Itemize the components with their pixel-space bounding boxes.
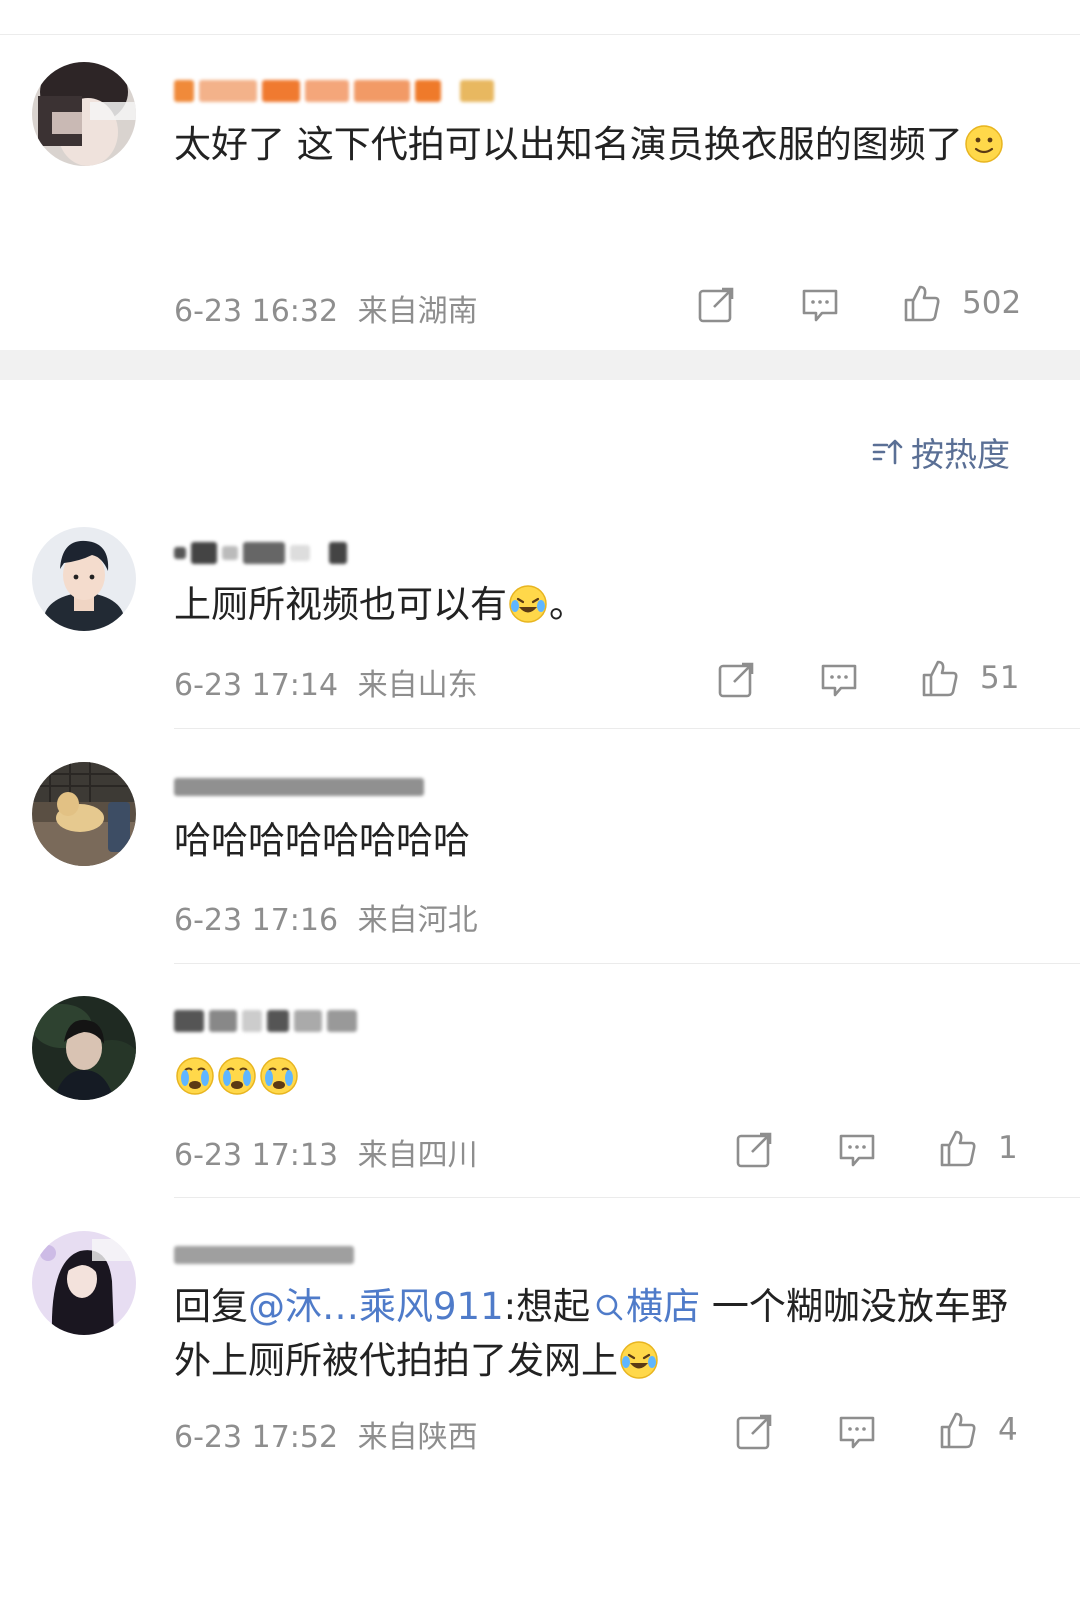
share-button[interactable]	[734, 1130, 774, 1170]
share-icon	[718, 662, 754, 698]
comment-icon	[839, 1134, 875, 1167]
username-blurred[interactable]	[174, 538, 347, 568]
avatar-image	[32, 527, 136, 631]
sort-icon	[872, 439, 903, 465]
comment-meta: 6-23 17:13 来自四川	[174, 1130, 478, 1174]
share-button[interactable]	[734, 1412, 774, 1452]
avatar[interactable]	[32, 62, 136, 166]
comment-text: 哈哈哈哈哈哈哈哈	[174, 814, 1032, 868]
comment-text-main: :想起	[503, 1285, 591, 1328]
comment-location: 来自湖南	[357, 294, 478, 329]
comment-meta: 6-23 17:16 来自河北	[174, 895, 478, 939]
comment-time: 6-23 17:14	[174, 668, 339, 703]
avatar[interactable]	[32, 1231, 136, 1335]
smile-emoji-icon	[964, 124, 1004, 164]
share-button[interactable]	[696, 285, 736, 325]
avatar-image	[32, 996, 136, 1100]
comment-divider	[174, 728, 1080, 729]
comment-meta: 6-23 17:52 来自陕西	[174, 1412, 478, 1456]
comment-time: 6-23 17:13	[174, 1138, 339, 1173]
like-button[interactable]: 502	[902, 283, 1021, 323]
share-icon	[736, 1414, 772, 1450]
comment-divider	[174, 1197, 1080, 1198]
avatar-image	[32, 762, 136, 866]
thumbs-up-icon	[904, 285, 940, 322]
reply-prefix: 回复	[174, 1285, 248, 1328]
crying-emoji-icon	[259, 1056, 299, 1096]
comment-meta: 6-23 17:14 来自山东	[174, 660, 478, 704]
comment-text	[174, 1050, 1032, 1104]
comment-meta: 6-23 16:32 来自湖南	[174, 286, 478, 330]
comment-time: 6-23 16:32	[174, 294, 339, 329]
comment-icon	[839, 1416, 875, 1449]
avatar-image	[32, 62, 136, 166]
comment-text-main: 太好了 这下代拍可以出知名演员换衣服的图频了	[174, 123, 963, 166]
comment-time: 6-23 17:16	[174, 903, 339, 938]
comment-icon	[821, 664, 857, 697]
crying-emoji-icon	[175, 1056, 215, 1096]
topic-link[interactable]: 横店	[590, 1285, 700, 1328]
comment-time: 6-23 17:52	[174, 1420, 339, 1455]
thumbs-up-icon	[940, 1412, 976, 1449]
username-blurred[interactable]	[174, 76, 494, 106]
section-separator	[0, 350, 1080, 380]
like-button[interactable]: 4	[938, 1410, 1018, 1450]
comment-divider	[174, 963, 1080, 964]
like-button[interactable]: 1	[938, 1128, 1018, 1168]
reply-button[interactable]	[837, 1130, 877, 1170]
comment-text: 回复@沐…乘风911:想起 横店 一个糊咖没放车野外上厕所被代拍拍了发网上	[174, 1280, 1032, 1388]
username-blurred[interactable]	[174, 1240, 354, 1270]
comment-text-main: 上厕所视频也可以有	[174, 583, 507, 626]
thumbs-up-icon	[940, 1130, 976, 1167]
avatar[interactable]	[32, 996, 136, 1100]
comment-text-main: 哈哈哈哈哈哈哈哈	[174, 819, 470, 862]
comment-location: 来自河北	[357, 903, 478, 938]
avatar[interactable]	[32, 762, 136, 866]
like-count: 502	[962, 285, 1022, 321]
comment-text: 太好了 这下代拍可以出知名演员换衣服的图频了	[174, 118, 1032, 172]
username-blurred[interactable]	[174, 772, 424, 802]
user-mention-link[interactable]: @沐…乘风911	[248, 1285, 504, 1328]
reply-button[interactable]	[837, 1412, 877, 1452]
laugh-cry-emoji-icon	[619, 1340, 659, 1380]
share-icon	[698, 287, 734, 323]
like-count: 1	[998, 1130, 1018, 1166]
like-count: 51	[980, 660, 1020, 696]
sort-by-hot-button[interactable]: 按热度	[871, 428, 1010, 476]
crying-emoji-icon	[217, 1056, 257, 1096]
thumbs-up-icon	[922, 660, 958, 697]
comment-text: 上厕所视频也可以有。	[174, 578, 1032, 632]
avatar-image	[32, 1231, 136, 1335]
laugh-cry-emoji-icon	[508, 584, 548, 624]
top-divider	[0, 34, 1080, 35]
comment-icon	[802, 289, 838, 322]
username-blurred[interactable]	[174, 1006, 357, 1036]
comment-text-tail: 。	[549, 583, 586, 626]
avatar[interactable]	[32, 527, 136, 631]
search-icon	[596, 1294, 623, 1321]
share-button[interactable]	[716, 660, 756, 700]
like-button[interactable]: 51	[920, 658, 1019, 698]
topic-label: 横店	[626, 1285, 701, 1328]
comment-location: 来自山东	[357, 668, 478, 703]
reply-button[interactable]	[819, 660, 859, 700]
like-count: 4	[998, 1412, 1018, 1448]
comment-location: 来自四川	[357, 1138, 478, 1173]
sort-label: 按热度	[911, 435, 1010, 474]
reply-button[interactable]	[800, 285, 840, 325]
share-icon	[736, 1132, 772, 1168]
comment-location: 来自陕西	[357, 1420, 478, 1455]
